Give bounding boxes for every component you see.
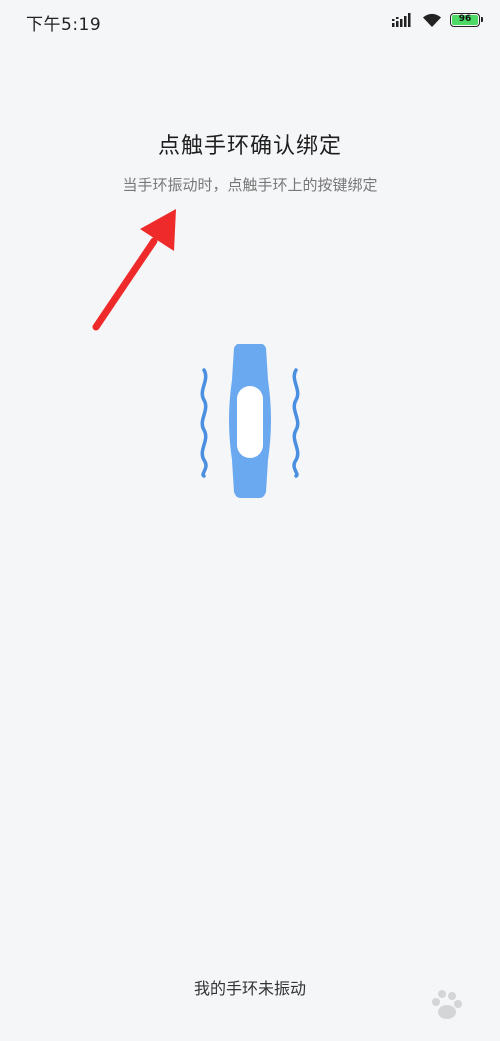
page-subtitle: 当手环振动时，点触手环上的按键绑定 — [122, 176, 378, 194]
signal-icon — [392, 13, 411, 27]
status-bar: 下午5:19 96 — [0, 0, 500, 40]
watermark-logo — [432, 990, 462, 1019]
bind-band-screen: 下午5:19 96 点触手环确认绑定 当手环振动时，点触手环上的按键绑定 我的手… — [0, 0, 500, 1041]
right-wave — [292, 368, 300, 478]
wifi-icon — [423, 13, 441, 27]
band-screen — [237, 386, 263, 458]
vibrating-band-icon — [200, 344, 300, 498]
status-icons: 96 — [392, 10, 483, 30]
battery-level: 96 — [458, 14, 472, 24]
status-time: 下午5:19 — [26, 15, 102, 35]
page-title: 点触手环确认绑定 — [157, 134, 342, 159]
left-wave — [200, 368, 208, 478]
battery-nub — [481, 17, 483, 22]
red-arrow-icon — [92, 209, 176, 331]
battery-icon: 96 — [450, 13, 483, 27]
